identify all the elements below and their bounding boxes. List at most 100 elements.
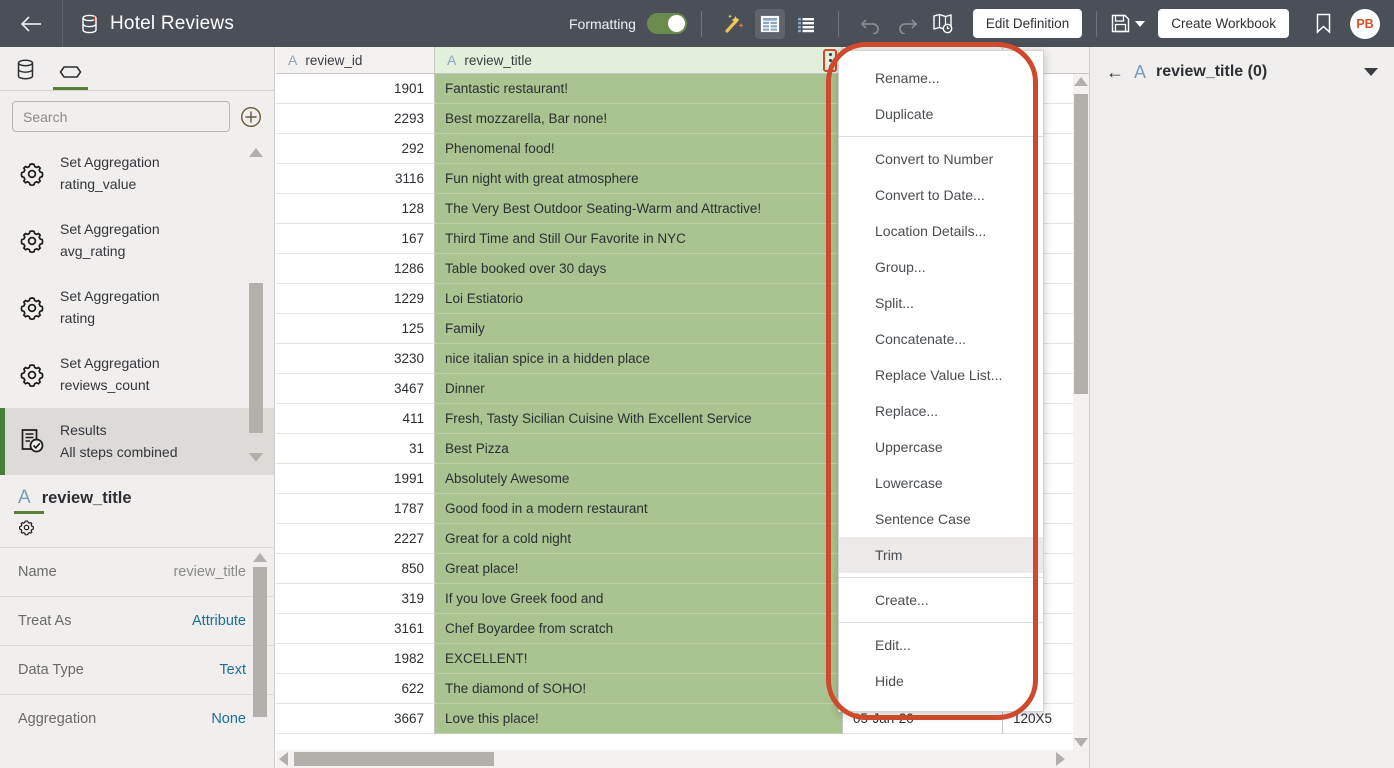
formatting-toggle[interactable] [647,13,687,34]
lineage-button[interactable] [928,9,958,39]
cell-review-title[interactable]: Dinner [435,374,843,404]
menu-item[interactable]: Edit... [839,627,1043,663]
cell-review-title[interactable]: Best mozzarella, Bar none! [435,104,843,134]
cell-review-title[interactable]: Fresh, Tasty Sicilian Cuisine With Excel… [435,404,843,434]
cell-review-id[interactable]: 3467 [276,374,435,404]
cell-review-id[interactable]: 2227 [276,524,435,554]
menu-item[interactable]: Sentence Case [839,501,1043,537]
cell-review-id[interactable]: 1787 [276,494,435,524]
cell-review-id[interactable]: 3116 [276,164,435,194]
step-item[interactable]: Set Aggregation rating [0,274,274,341]
menu-item[interactable]: Duplicate [839,96,1043,132]
cell-review-id[interactable]: 3161 [276,614,435,644]
cell-review-id[interactable]: 622 [276,674,435,704]
column-header-review-id[interactable]: A review_id [276,47,435,74]
step-item-results[interactable]: Results All steps combined [0,408,274,475]
cell-review-title[interactable]: Good food in a modern restaurant [435,494,843,524]
steps-scrollbar[interactable] [248,148,264,462]
menu-item[interactable]: Rename... [839,60,1043,96]
cell-review-title[interactable]: If you love Greek food and [435,584,843,614]
menu-item[interactable]: Delete [839,699,1043,712]
chevron-down-icon[interactable] [1364,68,1378,76]
menu-item[interactable]: Hide [839,663,1043,699]
grid-vertical-scrollbar[interactable] [1073,74,1089,750]
property-row-treat-as[interactable]: Treat As Attribute [0,596,274,645]
scrollbar-thumb[interactable] [253,567,267,717]
menu-item[interactable]: Create... [839,582,1043,618]
cell-review-title[interactable]: The Very Best Outdoor Seating-Warm and A… [435,194,843,224]
scroll-up-icon[interactable] [253,553,267,562]
search-input[interactable] [12,101,230,132]
cell-review-id[interactable]: 31 [276,434,435,464]
cell-review-title[interactable]: Family [435,314,843,344]
arrow-left-icon[interactable]: ← [1106,62,1124,83]
cell-review-id[interactable]: 3230 [276,344,435,374]
menu-item[interactable]: Lowercase [839,465,1043,501]
menu-item[interactable]: Replace... [839,393,1043,429]
scroll-up-icon[interactable] [1074,77,1088,86]
menu-item[interactable]: Convert to Number [839,141,1043,177]
property-value[interactable]: Text [219,662,246,678]
edit-definition-button[interactable]: Edit Definition [973,9,1082,38]
cell-review-title[interactable]: Third Time and Still Our Favorite in NYC [435,224,843,254]
redo-button[interactable] [892,9,922,39]
grid-view-button[interactable] [755,9,785,39]
menu-item[interactable]: Uppercase [839,429,1043,465]
properties-scrollbar[interactable] [252,553,268,743]
cell-review-title[interactable]: Great for a cold night [435,524,843,554]
save-button[interactable] [1111,14,1145,33]
cell-review-title[interactable]: The diamond of SOHO! [435,674,843,704]
cell-review-id[interactable]: 128 [276,194,435,224]
cell-review-title[interactable]: Great place! [435,554,843,584]
sidebar-tab-data-sources[interactable] [16,59,35,90]
cell-review-title[interactable]: Best Pizza [435,434,843,464]
cell-review-id[interactable]: 1991 [276,464,435,494]
cell-review-id[interactable]: 1229 [276,284,435,314]
sidebar-tab-prepare[interactable] [59,64,82,90]
cell-review-title[interactable]: Phenomenal food! [435,134,843,164]
scroll-up-icon[interactable] [249,148,263,157]
menu-item[interactable]: Convert to Date... [839,177,1043,213]
cell-review-id[interactable]: 292 [276,134,435,164]
magic-wand-button[interactable] [719,9,749,39]
add-circle-icon[interactable] [240,106,262,128]
create-workbook-button[interactable]: Create Workbook [1158,9,1289,38]
list-view-button[interactable] [791,9,821,39]
scrollbar-thumb[interactable] [294,752,494,766]
cell-review-id[interactable]: 411 [276,404,435,434]
step-item[interactable]: Set Aggregation avg_rating [0,207,274,274]
property-row-data-type[interactable]: Data Type Text [0,645,274,694]
scroll-right-icon[interactable] [1056,752,1065,766]
cell-review-id[interactable]: 167 [276,224,435,254]
cell-review-title[interactable]: Love this place! [435,704,843,734]
step-item[interactable]: Set Aggregation reviews_count [0,341,274,408]
scrollbar-thumb[interactable] [249,283,263,433]
column-settings-tab[interactable] [0,509,274,547]
menu-item[interactable]: Location Details... [839,213,1043,249]
cell-review-title[interactable]: Chef Boyardee from scratch [435,614,843,644]
menu-item[interactable]: Concatenate... [839,321,1043,357]
column-header-review-title[interactable]: A review_title [435,47,843,74]
cell-review-title[interactable]: EXCELLENT! [435,644,843,674]
menu-item[interactable]: Trim [839,537,1043,573]
cell-review-id[interactable]: 319 [276,584,435,614]
scrollbar-thumb[interactable] [1074,94,1088,394]
back-button[interactable] [0,0,62,47]
cell-review-id[interactable]: 3667 [276,704,435,734]
cell-review-title[interactable]: Loi Estiatorio [435,284,843,314]
more-vertical-icon[interactable] [823,49,837,72]
cell-review-title[interactable]: Absolutely Awesome [435,464,843,494]
property-value[interactable]: None [211,711,246,727]
cell-review-id[interactable]: 850 [276,554,435,584]
undo-button[interactable] [856,9,886,39]
property-value[interactable]: Attribute [192,613,246,629]
avatar[interactable]: PB [1350,9,1380,39]
scroll-left-icon[interactable] [279,752,288,766]
menu-item[interactable]: Group... [839,249,1043,285]
grid-horizontal-scrollbar[interactable] [276,750,1089,768]
menu-item[interactable]: Replace Value List... [839,357,1043,393]
cell-review-title[interactable]: nice italian spice in a hidden place [435,344,843,374]
step-item[interactable]: Set Aggregation rating_value [0,140,274,207]
cell-review-id[interactable]: 2293 [276,104,435,134]
cell-review-id[interactable]: 1286 [276,254,435,284]
